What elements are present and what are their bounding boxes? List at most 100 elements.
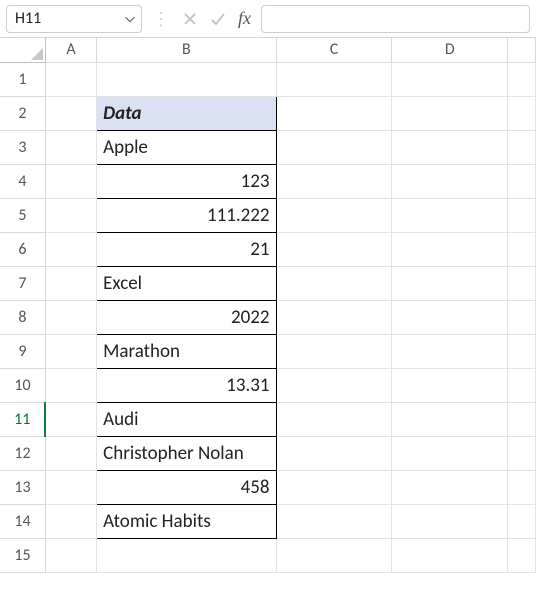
- cell[interactable]: [45, 436, 96, 470]
- cell[interactable]: [276, 232, 392, 266]
- cell[interactable]: [508, 538, 536, 572]
- cell[interactable]: [45, 538, 96, 572]
- cell[interactable]: [45, 300, 96, 334]
- cell[interactable]: [392, 334, 508, 368]
- cell[interactable]: [392, 368, 508, 402]
- table-header-cell[interactable]: Data: [97, 96, 276, 130]
- cell[interactable]: [276, 198, 392, 232]
- cell[interactable]: [508, 504, 536, 538]
- cell[interactable]: [45, 504, 96, 538]
- row-header-14[interactable]: 14: [0, 504, 45, 538]
- cell[interactable]: [45, 470, 96, 504]
- row-header-3[interactable]: 3: [0, 130, 45, 164]
- cell[interactable]: [392, 198, 508, 232]
- cell[interactable]: [276, 96, 392, 130]
- table-data-cell[interactable]: 21: [97, 232, 276, 266]
- cell[interactable]: [45, 198, 96, 232]
- row-header-10[interactable]: 10: [0, 368, 45, 402]
- fx-label[interactable]: fx: [236, 8, 253, 29]
- table-data-cell[interactable]: 13.31: [97, 368, 276, 402]
- table-data-cell[interactable]: Marathon: [97, 334, 276, 368]
- cell[interactable]: [276, 300, 392, 334]
- col-header-D[interactable]: D: [392, 38, 508, 62]
- cell[interactable]: [45, 62, 96, 96]
- cell[interactable]: [508, 300, 536, 334]
- table-data-cell[interactable]: Apple: [97, 130, 276, 164]
- col-header-B[interactable]: B: [97, 38, 276, 62]
- table-data-cell[interactable]: 458: [97, 470, 276, 504]
- enter-button[interactable]: [208, 9, 228, 29]
- cell[interactable]: [276, 504, 392, 538]
- cell[interactable]: [45, 368, 96, 402]
- cell[interactable]: [45, 266, 96, 300]
- cell[interactable]: [97, 538, 276, 572]
- row-header-1[interactable]: 1: [0, 62, 45, 96]
- row-header-11[interactable]: 11: [0, 402, 45, 436]
- row-header-2[interactable]: 2: [0, 96, 45, 130]
- cell[interactable]: [45, 334, 96, 368]
- cell[interactable]: [392, 62, 508, 96]
- cell[interactable]: [45, 130, 96, 164]
- cell[interactable]: [45, 232, 96, 266]
- cell[interactable]: [276, 470, 392, 504]
- cell[interactable]: [508, 96, 536, 130]
- spreadsheet-grid[interactable]: A B C D 12 Data 3 Apple 4 123 5 111.222 6 21 7 Exce…: [0, 38, 536, 573]
- cell[interactable]: [508, 436, 536, 470]
- cell[interactable]: [392, 164, 508, 198]
- cell[interactable]: [392, 300, 508, 334]
- cell[interactable]: [276, 130, 392, 164]
- cell[interactable]: [508, 164, 536, 198]
- table-data-cell[interactable]: 111.222: [97, 198, 276, 232]
- cell[interactable]: [276, 62, 392, 96]
- cell[interactable]: [508, 470, 536, 504]
- row-header-7[interactable]: 7: [0, 266, 45, 300]
- cell[interactable]: [508, 62, 536, 96]
- cell[interactable]: [392, 402, 508, 436]
- cell[interactable]: [508, 266, 536, 300]
- cell[interactable]: [276, 436, 392, 470]
- formula-input[interactable]: [261, 5, 530, 33]
- cell[interactable]: [392, 538, 508, 572]
- row-header-13[interactable]: 13: [0, 470, 45, 504]
- cell[interactable]: [276, 164, 392, 198]
- table-data-cell[interactable]: 2022: [97, 300, 276, 334]
- col-header-C[interactable]: C: [276, 38, 392, 62]
- table-data-cell[interactable]: 123: [97, 164, 276, 198]
- name-box[interactable]: H11: [6, 5, 142, 33]
- col-header-overflow[interactable]: [508, 38, 536, 62]
- cell[interactable]: [392, 504, 508, 538]
- cell[interactable]: [392, 232, 508, 266]
- row-header-15[interactable]: 15: [0, 538, 45, 572]
- row-header-5[interactable]: 5: [0, 198, 45, 232]
- cell[interactable]: [508, 130, 536, 164]
- col-header-A[interactable]: A: [45, 38, 96, 62]
- cell[interactable]: [508, 198, 536, 232]
- cell[interactable]: [276, 334, 392, 368]
- cell[interactable]: [45, 402, 96, 436]
- cell[interactable]: [45, 96, 96, 130]
- cell[interactable]: [508, 368, 536, 402]
- row-header-9[interactable]: 9: [0, 334, 45, 368]
- cell[interactable]: [276, 538, 392, 572]
- cell[interactable]: [45, 164, 96, 198]
- cancel-button[interactable]: [180, 9, 200, 29]
- cell[interactable]: [508, 402, 536, 436]
- table-data-cell[interactable]: Audi: [97, 402, 276, 436]
- cell[interactable]: [97, 62, 276, 96]
- cell[interactable]: [392, 266, 508, 300]
- cell[interactable]: [392, 96, 508, 130]
- cell[interactable]: [276, 368, 392, 402]
- table-data-cell[interactable]: Excel: [97, 266, 276, 300]
- row-header-12[interactable]: 12: [0, 436, 45, 470]
- table-data-cell[interactable]: Atomic Habits: [97, 504, 276, 538]
- cell[interactable]: [508, 334, 536, 368]
- select-all-corner[interactable]: [0, 38, 45, 62]
- cell[interactable]: [276, 266, 392, 300]
- row-header-6[interactable]: 6: [0, 232, 45, 266]
- row-header-4[interactable]: 4: [0, 164, 45, 198]
- cell[interactable]: [392, 470, 508, 504]
- row-header-8[interactable]: 8: [0, 300, 45, 334]
- cell[interactable]: [276, 402, 392, 436]
- cell[interactable]: [508, 232, 536, 266]
- cell[interactable]: [392, 436, 508, 470]
